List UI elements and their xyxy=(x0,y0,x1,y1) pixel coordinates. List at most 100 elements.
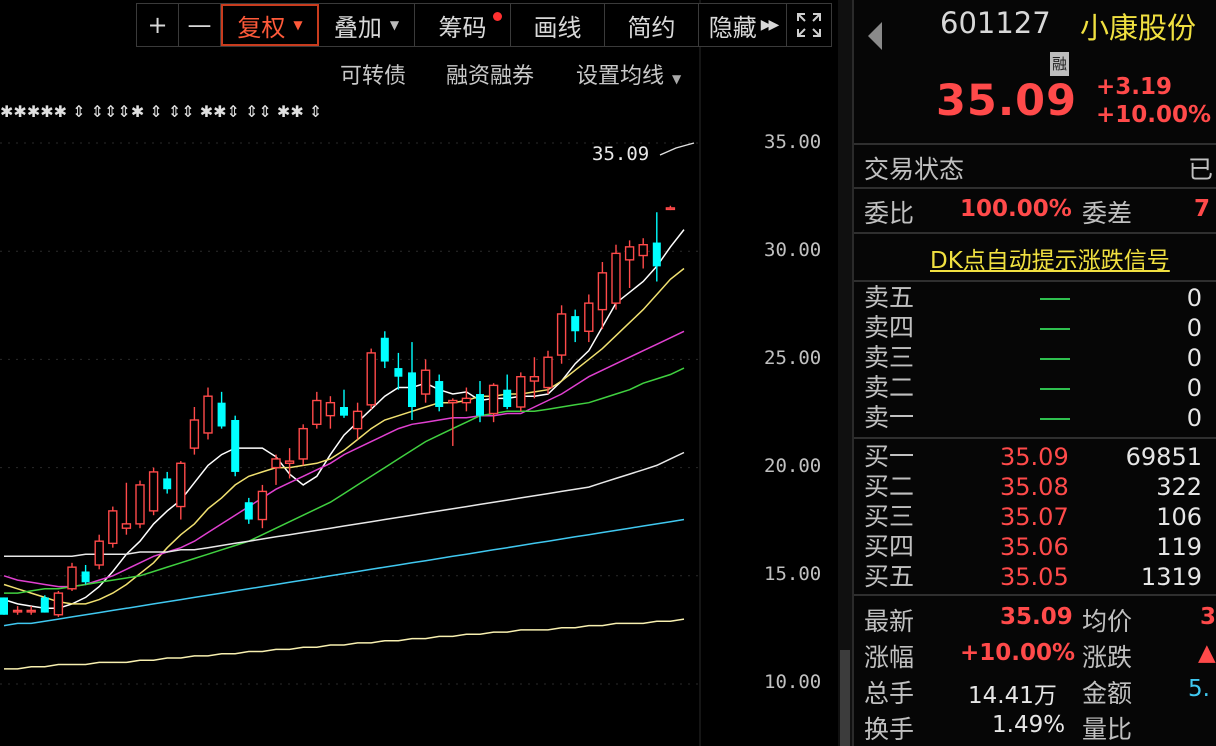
ask-row[interactable]: 卖二 0 xyxy=(854,373,1216,403)
candle-body-up xyxy=(135,484,145,525)
chart-subbar: 可转债 融资融券 设置均线 ▼ xyxy=(340,58,681,90)
zongshou-value: 14.41万 xyxy=(968,683,1057,709)
huaxian-button[interactable]: 画线 xyxy=(511,4,605,46)
ask-volume: 0 xyxy=(1186,344,1202,372)
kline-chart[interactable]: ✱✱✱✱✱ ⇕ ⇕⇕⇕✱ ⇕ ⇕⇕ ✱✱⇕ ⇕⇕ ✱✱ ⇕ xyxy=(0,0,838,746)
y-axis-tick: 15.00 xyxy=(764,563,822,585)
weicha-value: 7 xyxy=(1194,196,1211,222)
candle-body-up xyxy=(325,401,336,417)
divider xyxy=(854,437,1216,439)
candle-body-up xyxy=(108,510,118,545)
last-price-leader xyxy=(659,142,695,156)
divider xyxy=(854,143,1216,145)
zoom-out-button[interactable]: — xyxy=(179,4,221,46)
bid-volume: 69851 xyxy=(1125,443,1202,471)
divider xyxy=(854,594,1216,596)
signal-marker-row: ✱✱✱✱✱ ⇕ ⇕⇕⇕✱ ⇕ ⇕⇕ ✱✱⇕ ⇕⇕ ✱✱ ⇕ xyxy=(0,102,322,121)
candle-body-down xyxy=(476,394,484,416)
jine-label: 金额 xyxy=(1082,679,1133,708)
bid-price: 35.09 xyxy=(1000,443,1069,471)
stock-name: 小康股份 xyxy=(1080,11,1197,45)
bid-row[interactable]: 买一 35.09 69851 xyxy=(854,442,1216,472)
ask-volume: 0 xyxy=(1186,314,1202,342)
candle-body-down xyxy=(217,402,226,427)
moving-average-line xyxy=(3,518,685,627)
jianyue-button[interactable]: 简约 xyxy=(605,4,699,46)
candle-body-up xyxy=(203,395,213,434)
candle-body-down xyxy=(435,381,444,408)
candle-body-up xyxy=(543,356,553,389)
stock-code: 601127 xyxy=(940,6,1051,40)
candle-body-up xyxy=(556,313,567,356)
zhangfu-label: 涨幅 xyxy=(864,643,915,672)
trade-status-label: 交易状态 xyxy=(864,155,965,184)
candle-body-up xyxy=(461,397,472,404)
shezhi-junxian-dropdown[interactable]: 设置均线 ▼ xyxy=(576,58,681,90)
candle-body-down xyxy=(81,571,90,583)
moving-average-line xyxy=(4,618,685,670)
candle-body-up xyxy=(638,244,648,257)
zoom-in-button[interactable]: + xyxy=(137,4,179,46)
candle-body-up xyxy=(271,458,281,469)
candle-body-up xyxy=(298,427,308,460)
candle-body-up xyxy=(352,410,363,430)
ask-row[interactable]: 卖四 0 xyxy=(854,313,1216,343)
bid-price: 35.08 xyxy=(1000,473,1069,501)
candle-body-up xyxy=(366,352,376,406)
ask-row[interactable]: 卖五 0 xyxy=(854,283,1216,313)
candle-body-down xyxy=(0,597,8,615)
bid-level-label: 买五 xyxy=(864,562,915,591)
divider xyxy=(854,280,1216,282)
notification-dot-icon xyxy=(493,12,502,21)
moving-average-line xyxy=(3,229,685,610)
candle-body-up xyxy=(611,252,621,304)
fullscreen-button[interactable] xyxy=(787,4,831,46)
zuixin-value: 35.09 xyxy=(1000,604,1073,630)
candle-body-up xyxy=(53,592,64,616)
huanshou-label: 换手 xyxy=(864,715,915,744)
bid-row[interactable]: 买三 35.07 106 xyxy=(854,502,1216,532)
junjia-label: 均价 xyxy=(1082,607,1133,636)
candle-body-down xyxy=(652,242,661,267)
rongzirongquan-link[interactable]: 融资融券 xyxy=(446,58,534,90)
price-change-pct: +10.00% xyxy=(1096,102,1212,128)
last-price-tag: 35.09 xyxy=(592,143,650,165)
bid-row[interactable]: 买二 35.08 322 xyxy=(854,472,1216,502)
candle-body-up xyxy=(67,566,77,590)
candle-body-up xyxy=(448,399,458,404)
chart-toolbar: + — 复权 ▼ 叠加 ▼ 筹码 画线 简约 隐藏 ▶▶ xyxy=(136,3,832,47)
fuquan-dropdown[interactable]: 复权 ▼ xyxy=(221,4,319,46)
bid-level-label: 买四 xyxy=(864,532,915,561)
chouma-button[interactable]: 筹码 xyxy=(415,4,511,46)
candle-body-down xyxy=(394,368,403,377)
yincang-button[interactable]: 隐藏 ▶▶ xyxy=(699,4,787,46)
candle-body-up xyxy=(189,419,200,449)
rong-badge: 融 xyxy=(1050,52,1070,76)
bid-row[interactable]: 买五 35.05 1319 xyxy=(854,562,1216,592)
zhangfu-value: +10.00% xyxy=(960,640,1076,666)
caret-down-icon: ▼ xyxy=(293,18,303,32)
kline-chart-area[interactable]: ✱✱✱✱✱ ⇕ ⇕⇕⇕✱ ⇕ ⇕⇕ ✱✱⇕ ⇕⇕ ✱✱ ⇕ + — 复权 ▼ 叠加… xyxy=(0,0,838,746)
bid-volume: 119 xyxy=(1156,533,1202,561)
dk-signal-link[interactable]: DK点自动提示涨跌信号 xyxy=(930,241,1170,275)
candle-body-up xyxy=(26,609,36,613)
candle-body-down xyxy=(244,502,253,520)
ask-row[interactable]: 卖一 0 xyxy=(854,403,1216,433)
empty-price-dash xyxy=(1040,328,1070,330)
candle-body-up xyxy=(665,207,676,211)
vertical-scrollbar[interactable] xyxy=(838,0,852,746)
kezhuanzhai-link[interactable]: 可转债 xyxy=(340,58,406,90)
scrollbar-thumb[interactable] xyxy=(840,650,850,746)
bid-price: 35.07 xyxy=(1000,503,1069,531)
candle-body-up xyxy=(257,490,268,521)
bid-row[interactable]: 买四 35.06 119 xyxy=(854,532,1216,562)
candle-body-down xyxy=(503,389,512,408)
ask-volume: 0 xyxy=(1186,374,1202,402)
bid-volume: 106 xyxy=(1156,503,1202,531)
bid-price: 35.06 xyxy=(1000,533,1069,561)
zhangdie-value: ▲ xyxy=(1198,640,1216,666)
ask-row[interactable]: 卖三 0 xyxy=(854,343,1216,373)
diejia-dropdown[interactable]: 叠加 ▼ xyxy=(319,4,415,46)
back-arrow-icon[interactable] xyxy=(868,22,882,50)
candle-body-up xyxy=(312,399,322,426)
